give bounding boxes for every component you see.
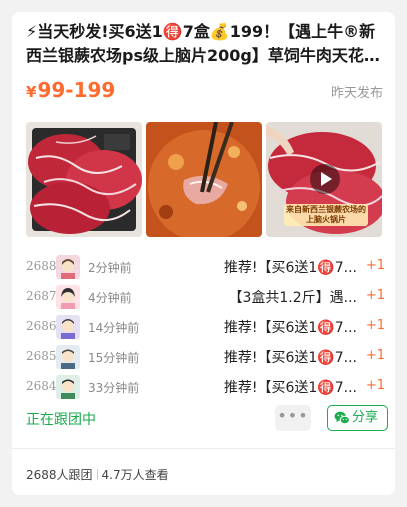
quantity-badge: +1 [365, 348, 385, 363]
following-status[interactable]: 正在跟团中 [26, 409, 96, 429]
divider [12, 448, 395, 449]
order-number: 2687 [26, 289, 57, 303]
order-message: 推荐!【买6送1🉐7... [223, 320, 357, 336]
avatar [56, 345, 80, 369]
post-title[interactable]: ⚡当天秒发!买6送1🉐7盒💰199！【遇上牛®新西兰银蕨农场ps级上脑片200g… [26, 20, 382, 68]
view-count: 4.7万人查看 [101, 468, 169, 482]
quantity-badge: +1 [365, 288, 385, 303]
time-ago: 2分钟前 [88, 261, 132, 275]
video-thumbnail[interactable]: 来自新西兰银蕨农场的上脑火锅片 [266, 122, 382, 237]
stats-separator [96, 469, 98, 480]
order-message: 推荐!【买6送1🉐7... [223, 260, 357, 276]
share-label: 分享 [352, 410, 379, 425]
list-item[interactable]: 2685 15分钟前 推荐!【买6送1🉐7... +1 [12, 342, 395, 372]
time-ago: 33分钟前 [88, 381, 140, 395]
stats: 2688人跟团 4.7万人查看 [26, 466, 169, 483]
list-item[interactable]: 2688 2分钟前 推荐!【买6送1🉐7... +1 [12, 252, 395, 282]
order-number: 2684 [26, 379, 57, 393]
time-ago: 14分钟前 [88, 321, 140, 335]
avatar [56, 255, 80, 279]
order-message: 推荐!【买6送1🉐7... [223, 350, 357, 366]
hotpot-image[interactable] [146, 122, 262, 237]
quantity-badge: +1 [365, 378, 385, 393]
share-button[interactable]: 分享 [327, 405, 388, 431]
quantity-badge: +1 [365, 258, 385, 273]
price-symbol: ¥ [26, 83, 37, 101]
image-gallery: 来自新西兰银蕨农场的上脑火锅片 [26, 122, 382, 237]
play-icon[interactable] [310, 164, 340, 194]
order-number: 2686 [26, 319, 57, 333]
order-message: 【3盒共1.2斤】遇... [228, 290, 357, 306]
avatar [56, 375, 80, 399]
group-buy-card[interactable]: ⚡当天秒发!买6送1🉐7盒💰199！【遇上牛®新西兰银蕨农场ps级上脑片200g… [12, 12, 395, 495]
avatar [56, 315, 80, 339]
wechat-icon [334, 411, 350, 425]
price: ¥99-199 [26, 76, 115, 106]
beef-slices-image[interactable] [26, 122, 142, 237]
list-item[interactable]: 2687 4分钟前 【3盒共1.2斤】遇... +1 [12, 282, 395, 312]
list-item[interactable]: 2684 33分钟前 推荐!【买6送1🉐7... +1 [12, 372, 395, 402]
list-item[interactable]: 2686 14分钟前 推荐!【买6送1🉐7... +1 [12, 312, 395, 342]
joined-count: 2688人跟团 [26, 468, 93, 482]
avatar [56, 285, 80, 309]
order-message: 推荐!【买6送1🉐7... [223, 380, 357, 396]
video-caption: 来自新西兰银蕨农场的上脑火锅片 [284, 204, 368, 226]
more-button[interactable]: ••• [275, 405, 311, 431]
publish-time: 昨天发布 [330, 86, 383, 101]
quantity-badge: +1 [365, 318, 385, 333]
order-number: 2688 [26, 259, 57, 273]
price-range: 99-199 [37, 78, 116, 102]
time-ago: 4分钟前 [88, 291, 132, 305]
order-number: 2685 [26, 349, 57, 363]
time-ago: 15分钟前 [88, 351, 140, 365]
